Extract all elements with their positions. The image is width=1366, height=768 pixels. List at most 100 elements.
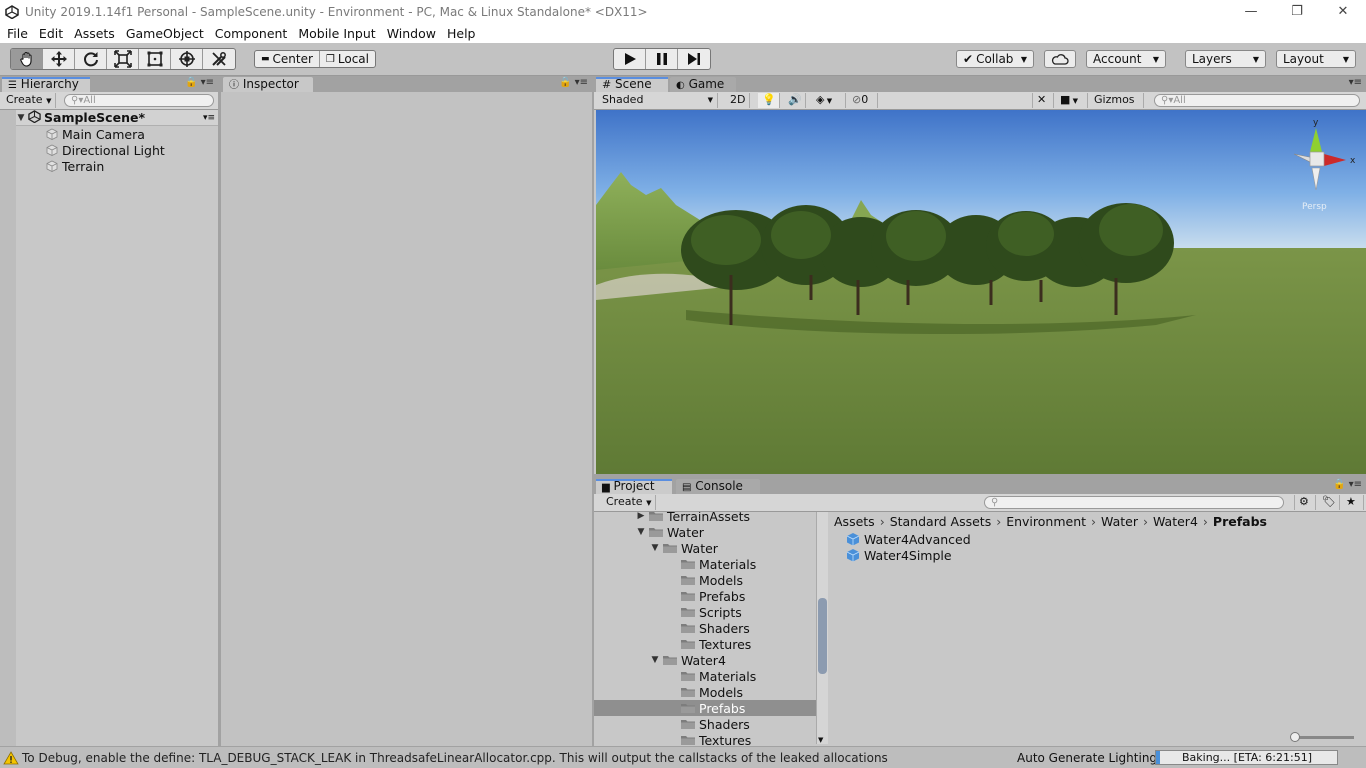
account-dropdown[interactable]: Account ▼ [1086, 50, 1166, 68]
menu-file[interactable]: File [3, 26, 35, 41]
asset-item[interactable]: Water4Advanced [846, 531, 971, 547]
panel-menu-icon[interactable]: 🔒 ▾≡ [185, 77, 214, 88]
tree-folder-item[interactable]: Models [594, 572, 816, 588]
scene-tools-button[interactable]: ✕ [1032, 93, 1054, 108]
tab-scene[interactable]: # Scene [596, 77, 668, 92]
asset-item[interactable]: Water4Simple [846, 547, 952, 563]
tree-folder-item[interactable]: Textures [594, 732, 816, 746]
pause-button[interactable] [646, 49, 678, 69]
tree-folder-item[interactable]: Shaders [594, 716, 816, 732]
shading-mode-dropdown[interactable]: Shaded ▼ [598, 93, 718, 108]
tree-folder-item[interactable]: Materials [594, 668, 816, 684]
breadcrumb-item[interactable]: Standard Assets [890, 514, 992, 529]
filter-type-button[interactable]: ⚙ [1294, 495, 1316, 510]
projection-label[interactable]: Persp [1302, 202, 1327, 212]
tab-inspector[interactable]: ⓘ Inspector [223, 77, 313, 92]
menu-edit[interactable]: Edit [35, 26, 70, 41]
favorites-button[interactable]: ★ [1342, 495, 1364, 510]
tree-folder-item[interactable]: Models [594, 684, 816, 700]
menu-component[interactable]: Component [211, 26, 295, 41]
breadcrumb-item[interactable]: Water4 [1153, 514, 1198, 529]
hierarchy-create-button[interactable]: Create ▼ [2, 93, 57, 108]
icon-size-slider[interactable] [1290, 732, 1354, 742]
menu-mobile-input[interactable]: Mobile Input [294, 26, 382, 41]
tree-folder-item[interactable]: ▼ Water [594, 540, 816, 556]
toggle-2d-button[interactable]: 2D [726, 93, 750, 108]
step-button[interactable] [678, 49, 710, 69]
panel-menu-icon[interactable]: 🔒 ▾≡ [559, 77, 588, 88]
slider-handle[interactable] [1290, 732, 1300, 742]
tree-folder-item[interactable]: ▼ Water4 [594, 652, 816, 668]
expand-down-icon[interactable]: ▼ [648, 655, 662, 665]
minimize-button[interactable]: — [1228, 0, 1274, 23]
tab-project[interactable]: ▆ Project [596, 479, 672, 494]
audio-toggle[interactable]: 🔊 [784, 93, 806, 108]
scene-root-row[interactable]: ▼ SampleScene* ▾≡ [0, 109, 218, 126]
pivot-local-button[interactable]: ❒ Local [320, 51, 375, 67]
scale-tool-button[interactable] [107, 49, 139, 69]
breadcrumb-item[interactable]: Prefabs [1213, 514, 1267, 529]
camera-settings-dropdown[interactable]: ■ ▼ [1056, 93, 1088, 108]
play-button[interactable] [614, 49, 646, 69]
tree-folder-item[interactable]: Textures [594, 636, 816, 652]
hierarchy-item[interactable]: Directional Light [46, 142, 165, 158]
breadcrumb-item[interactable]: Assets [834, 514, 875, 529]
rotate-tool-button[interactable] [75, 49, 107, 69]
tree-folder-item[interactable]: Prefabs [594, 588, 816, 604]
move-tool-button[interactable] [43, 49, 75, 69]
hierarchy-item[interactable]: Terrain [46, 158, 104, 174]
tree-folder-item[interactable]: Shaders [594, 620, 816, 636]
hidden-objects-toggle[interactable]: ⊘0 [848, 93, 878, 108]
status-bar: To Debug, enable the define: TLA_DEBUG_S… [0, 747, 1366, 768]
tree-folder-item[interactable]: Materials [594, 556, 816, 572]
panel-menu-icon[interactable]: ▾≡ [1349, 77, 1362, 88]
orientation-gizmo[interactable]: y x Persp [1288, 118, 1358, 218]
menu-help[interactable]: Help [443, 26, 483, 41]
scene-search-input[interactable]: ⚲▾All [1154, 94, 1360, 107]
panel-menu-icon[interactable]: 🔒 ▾≡ [1333, 479, 1362, 490]
transform-tool-button[interactable] [171, 49, 203, 69]
layout-dropdown[interactable]: Layout ▼ [1276, 50, 1356, 68]
hand-tool-button[interactable] [11, 49, 43, 69]
close-button[interactable]: ✕ [1320, 0, 1366, 23]
tab-game[interactable]: ◐ Game [670, 77, 736, 92]
tree-folder-item[interactable]: ▼ Water [594, 524, 816, 540]
tree-folder-item[interactable]: Scripts [594, 604, 816, 620]
breadcrumb-item[interactable]: Environment [1006, 514, 1086, 529]
breadcrumb-item[interactable]: Water [1101, 514, 1138, 529]
tree-scrollbar-thumb[interactable] [818, 598, 827, 674]
scene-viewport[interactable]: y x Persp [596, 110, 1366, 474]
expand-triangle-icon[interactable]: ▼ [14, 113, 28, 123]
layers-dropdown[interactable]: Layers ▼ [1185, 50, 1266, 68]
tree-scrollbar[interactable]: ▼ [816, 512, 828, 744]
restore-button[interactable]: ❐ [1274, 0, 1320, 23]
hierarchy-search-input[interactable]: ⚲▾All [64, 94, 214, 107]
tree-folder-item[interactable]: ▶ TerrainAssets [594, 512, 816, 524]
menu-gameobject[interactable]: GameObject [122, 26, 211, 41]
scene-menu-icon[interactable]: ▾≡ [203, 113, 215, 123]
expand-down-icon[interactable]: ▼ [648, 543, 662, 553]
expand-down-icon[interactable]: ▼ [634, 527, 648, 537]
gizmos-dropdown[interactable]: Gizmos ▼ [1090, 93, 1144, 119]
tree-folder-item[interactable]: Prefabs [594, 700, 816, 716]
custom-tool-button[interactable] [203, 49, 235, 69]
project-create-button[interactable]: Create ▼ [602, 495, 657, 510]
effects-dropdown[interactable]: ◈ ▼ [812, 93, 846, 108]
tab-hierarchy[interactable]: ☰ Hierarchy [2, 77, 90, 92]
cloud-button[interactable] [1044, 50, 1076, 68]
pivot-center-button[interactable]: ▬ Center [255, 51, 320, 67]
collab-dropdown[interactable]: ✔ Collab ▼ [956, 50, 1034, 68]
menu-assets[interactable]: Assets [70, 26, 122, 41]
tab-console[interactable]: ▤ Console [676, 479, 760, 494]
project-search-input[interactable]: ⚲ [984, 496, 1284, 509]
filter-label-button[interactable]: 🏷 [1318, 495, 1340, 510]
status-message[interactable]: To Debug, enable the define: TLA_DEBUG_S… [22, 751, 888, 765]
rect-tool-button[interactable] [139, 49, 171, 69]
scene-tabstrip: # Scene ◐ Game ▾≡ [594, 76, 1366, 92]
menu-window[interactable]: Window [383, 26, 443, 41]
baking-progress-bar[interactable]: Baking... [ETA: 6:21:51] [1155, 750, 1338, 765]
expand-right-icon[interactable]: ▶ [634, 512, 648, 521]
lighting-toggle[interactable]: 💡 [758, 93, 780, 108]
hierarchy-item[interactable]: Main Camera [46, 126, 145, 142]
scroll-down-arrow-icon[interactable]: ▼ [818, 736, 823, 744]
